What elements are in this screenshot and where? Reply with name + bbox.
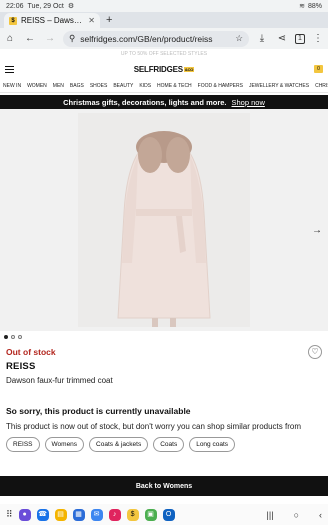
similar-category-chip[interactable]: Coats & jackets bbox=[89, 437, 149, 452]
music-app-icon[interactable]: ♪ bbox=[108, 508, 121, 521]
bookmark-star-icon[interactable]: ☆ bbox=[235, 33, 243, 44]
download-icon[interactable]: ⤓ bbox=[255, 33, 269, 44]
more-menu-icon[interactable]: ⋮ bbox=[311, 33, 325, 44]
product-brand[interactable]: REISS bbox=[6, 361, 322, 372]
product-info: Out of stock REISS Dawson faux-fur trimm… bbox=[0, 343, 328, 385]
banner-text: Christmas gifts, decorations, lights and… bbox=[63, 97, 227, 107]
tiles-app-icon[interactable]: ▣ bbox=[144, 508, 157, 521]
similar-category-chip[interactable]: Long coats bbox=[189, 437, 236, 452]
forward-arrow-icon[interactable]: → bbox=[43, 33, 57, 44]
tab-count-button[interactable]: 1 bbox=[295, 33, 305, 44]
similar-category-chip[interactable]: Womens bbox=[44, 437, 85, 452]
category-link[interactable]: BAGS bbox=[70, 83, 84, 89]
messages-app-icon[interactable]: ● bbox=[18, 508, 31, 521]
new-tab-button[interactable]: + bbox=[100, 13, 118, 28]
logo-tag: &CO bbox=[183, 66, 195, 72]
stock-status: Out of stock bbox=[6, 347, 56, 357]
site-info-icon[interactable]: ⚲ bbox=[69, 33, 75, 44]
category-link[interactable]: MEN bbox=[53, 83, 64, 89]
similar-chips: REISS Womens Coats & jackets Coats Long coat… bbox=[0, 437, 328, 452]
gallery-dot[interactable] bbox=[11, 335, 15, 339]
recent-apps-icon[interactable]: ||| bbox=[267, 510, 274, 520]
product-name: Dawson faux-fur trimmed coat bbox=[6, 376, 113, 385]
gallery-dot[interactable] bbox=[18, 335, 22, 339]
category-link[interactable]: WOMEN bbox=[27, 83, 47, 89]
url-text: selfridges.com/GB/en/product/reiss bbox=[80, 33, 213, 44]
category-link[interactable]: KIDS bbox=[139, 83, 151, 89]
product-image[interactable] bbox=[78, 113, 250, 327]
selfridges-app-icon[interactable]: $ bbox=[126, 508, 139, 521]
battery-level: 88% bbox=[307, 2, 322, 10]
promo-strip[interactable]: UP TO 50% OFF SELECTED STYLES bbox=[0, 49, 328, 59]
browser-tab[interactable]: $ REISS – Dawson fau ✕ bbox=[4, 13, 100, 28]
category-link[interactable]: CHRISTMAS bbox=[315, 83, 328, 89]
shopping-bag-icon[interactable]: 0 bbox=[313, 65, 323, 73]
next-image-arrow-icon[interactable]: → bbox=[312, 225, 322, 236]
category-link[interactable]: FOOD & HAMPERS bbox=[198, 83, 243, 89]
system-taskbar: ⠿ ● ☎ ▤ ▦ ✉ ♪ $ ▣ O ||| ○ ‹ bbox=[0, 504, 328, 525]
phone-app-icon[interactable]: ☎ bbox=[36, 508, 49, 521]
share-icon[interactable]: ⋖ bbox=[275, 33, 289, 44]
gallery-dot[interactable] bbox=[4, 335, 8, 339]
messenger-app-icon[interactable]: ✉ bbox=[90, 508, 103, 521]
unavailable-message: This product is now out of stock, but do… bbox=[6, 422, 301, 431]
similar-category-chip[interactable]: REISS bbox=[6, 437, 40, 452]
unavailable-section: So sorry, this product is currently unav… bbox=[0, 406, 328, 431]
tab-title: REISS – Dawson fau bbox=[21, 16, 84, 25]
menu-icon[interactable] bbox=[5, 65, 14, 73]
close-tab-icon[interactable]: ✕ bbox=[88, 16, 95, 25]
category-link[interactable]: SHOES bbox=[90, 83, 108, 89]
wifi-icon: ≋ bbox=[299, 3, 305, 10]
files-app-icon[interactable]: ▤ bbox=[54, 508, 67, 521]
gallery-pagination bbox=[0, 331, 328, 343]
site-logo[interactable]: SELFRIDGES &CO bbox=[133, 64, 195, 74]
category-nav: NEW IN WOMEN MEN BAGS SHOES BEAUTY KIDS HOME & … bbox=[0, 79, 328, 93]
back-to-womens-button[interactable]: Back to Womens bbox=[0, 476, 328, 496]
back-arrow-icon[interactable]: ← bbox=[23, 33, 37, 44]
home-button-icon[interactable]: ○ bbox=[294, 510, 299, 520]
similar-category-chip[interactable]: Coats bbox=[153, 437, 185, 452]
browser-tab-strip: $ REISS – Dawson fau ✕ + bbox=[0, 12, 328, 28]
status-time: 22:06 bbox=[6, 2, 24, 10]
christmas-banner: Christmas gifts, decorations, lights and… bbox=[0, 95, 328, 109]
wishlist-heart-icon[interactable]: ♡ bbox=[308, 345, 322, 359]
system-back-icon[interactable]: ‹ bbox=[319, 510, 322, 520]
category-link[interactable]: BEAUTY bbox=[113, 83, 133, 89]
status-date: Tue, 29 Oct bbox=[27, 2, 64, 10]
category-link[interactable]: HOME & TECH bbox=[157, 83, 192, 89]
outlook-app-icon[interactable]: O bbox=[162, 508, 175, 521]
calendar-app-icon[interactable]: ▦ bbox=[72, 508, 85, 521]
unavailable-heading: So sorry, this product is currently unav… bbox=[6, 406, 191, 416]
address-bar[interactable]: ⚲ selfridges.com/GB/en/product/reiss ☆ bbox=[63, 30, 249, 47]
category-link[interactable]: NEW IN bbox=[3, 83, 21, 89]
home-icon[interactable]: ⌂ bbox=[3, 33, 17, 44]
product-gallery[interactable]: → bbox=[0, 109, 328, 331]
category-link[interactable]: JEWELLERY & WATCHES bbox=[249, 83, 309, 89]
shop-now-link[interactable]: Shop now bbox=[232, 98, 265, 107]
app-drawer-icon[interactable]: ⠿ bbox=[6, 509, 13, 520]
selfridges-favicon-icon: $ bbox=[9, 16, 17, 25]
system-status-bar: 22:06 Tue, 29 Oct ⚙ ≋ 88% bbox=[0, 0, 328, 12]
site-header: SELFRIDGES &CO 0 bbox=[0, 59, 328, 79]
notification-icon: ⚙ bbox=[67, 3, 75, 10]
logo-text: SELFRIDGES bbox=[133, 64, 183, 74]
system-navigation: ||| ○ ‹ bbox=[267, 510, 322, 520]
browser-toolbar: ⌂ ← → ⚲ selfridges.com/GB/en/product/rei… bbox=[0, 28, 328, 49]
